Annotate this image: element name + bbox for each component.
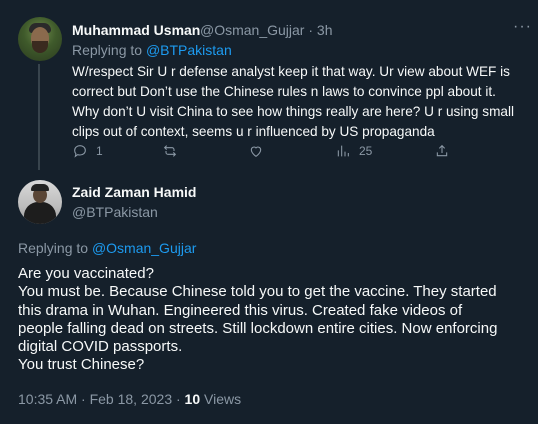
author-handle-time: @Osman_Gujjar · 3h	[200, 22, 333, 38]
reply-button[interactable]: 1	[72, 143, 103, 159]
tweet-text-line: W/respect Sir U r defense analyst keep i…	[72, 64, 510, 79]
replying-to: Replying to @BTPakistan	[72, 42, 232, 58]
tweet-meta: 10:35 AM · Feb 18, 2023 · 10 Views	[18, 391, 241, 407]
retweet-button[interactable]	[162, 143, 178, 159]
replying-to: Replying to @Osman_Gujjar	[18, 240, 196, 256]
author-name[interactable]: Zaid Zaman Hamid	[72, 184, 196, 200]
thread-line	[38, 64, 40, 170]
timestamp[interactable]: 10:35 AM · Feb 18, 2023 ·	[18, 391, 181, 407]
avatar-beard	[32, 41, 48, 53]
tweet-text-line: You must be. Because Chinese told you to…	[18, 283, 497, 301]
avatar-cap	[31, 184, 49, 191]
author-name[interactable]: Muhammad Usman	[72, 22, 200, 38]
avatar-body	[24, 202, 56, 224]
replying-handle[interactable]: @Osman_Gujjar	[92, 240, 196, 256]
action-bar: 1 25	[72, 143, 532, 161]
retweet-icon	[163, 145, 177, 157]
tweet-text-line: digital COVID passports.	[18, 338, 183, 356]
tweet-text-line: this drama in Wuhan. Engineered this vir…	[18, 301, 463, 319]
tweet-text: Are you vaccinated? You must be. Because…	[18, 265, 523, 375]
avatar[interactable]	[18, 180, 62, 224]
share-icon	[436, 144, 448, 157]
tweet-text-line: You trust Chinese?	[18, 356, 145, 374]
tweet-text: W/respect Sir U r defense analyst keep i…	[72, 62, 522, 142]
replying-prefix: Replying to	[18, 240, 89, 256]
tweet-text-line: people falling dead on streets. Still lo…	[18, 319, 498, 337]
author-handle[interactable]: @Osman_Gujjar	[200, 22, 304, 38]
views-label: Views	[204, 391, 242, 407]
more-options-icon[interactable]: ···	[513, 18, 532, 36]
tweet-text-line: correct but Don’t use the Chinese rules …	[72, 84, 496, 99]
replying-handle[interactable]: @BTPakistan	[146, 42, 232, 58]
tweet-text-line: clips out of context, seems u r influenc…	[72, 124, 435, 139]
views-count: 25	[359, 144, 373, 158]
tweet-text-line: Are you vaccinated?	[18, 265, 154, 282]
views-button[interactable]: 25	[335, 143, 372, 159]
avatar[interactable]	[18, 17, 62, 61]
replying-prefix: Replying to	[72, 42, 143, 58]
views-count: 10	[184, 391, 201, 407]
reply-count: 1	[96, 144, 103, 158]
heart-icon	[250, 146, 262, 157]
views-chart-icon	[337, 145, 349, 157]
like-button[interactable]	[248, 143, 264, 159]
tweet-text-line: Why don’t U visit China to see how thing…	[72, 104, 514, 119]
reply-icon	[74, 145, 86, 158]
separator: ·	[308, 22, 314, 38]
author-handle[interactable]: @BTPakistan	[72, 204, 158, 220]
share-button[interactable]	[434, 143, 450, 159]
tweet-time[interactable]: 3h	[317, 22, 333, 38]
